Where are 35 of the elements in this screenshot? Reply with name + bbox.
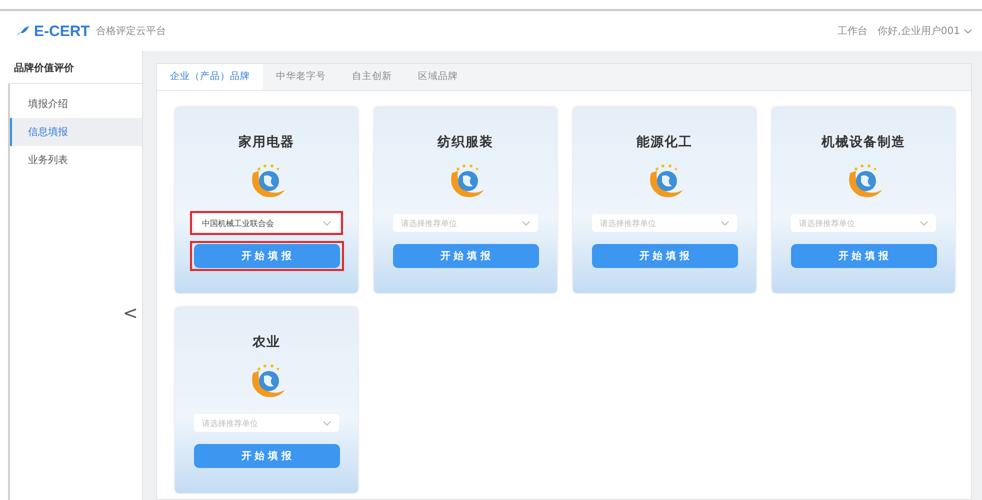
chevron-down-icon — [522, 220, 530, 226]
category-tab[interactable]: 中华老字号 — [263, 64, 339, 90]
recommender-select[interactable]: 请选择推荐单位 — [393, 214, 538, 232]
recommender-select[interactable]: 请选择推荐单位 — [791, 214, 936, 232]
card-title: 机械设备制造 — [822, 134, 906, 151]
sidebar-title: 品牌价值评价 — [8, 51, 142, 84]
header-link[interactable]: 你好,企业用户001 — [878, 24, 960, 38]
card-title: 纺织服装 — [438, 134, 494, 151]
start-button[interactable]: 开 始 填 报 — [392, 244, 538, 268]
category-tab[interactable]: 自主创新 — [339, 64, 405, 90]
chevron-down-icon — [323, 420, 331, 426]
platform-name: 合格评定云平台 — [96, 24, 166, 38]
start-button[interactable]: 开 始 填 报 — [790, 244, 936, 268]
recommender-select[interactable]: 中国机械工业联合会 — [194, 214, 339, 232]
brand-name: E-CERT — [34, 22, 90, 40]
chevron-down-icon — [920, 220, 928, 226]
card-title: 能源化工 — [636, 134, 692, 151]
start-button[interactable]: 开 始 填 报 — [592, 244, 738, 268]
category-tab[interactable]: 企业（产品）品牌 — [157, 64, 263, 90]
start-button[interactable]: 开 始 填 报 — [194, 244, 340, 268]
chevron-down-icon — [721, 220, 729, 226]
chevron-down-icon[interactable] — [964, 28, 972, 34]
recommender-select[interactable]: 请选择推荐单位 — [194, 414, 339, 432]
card-title: 家用电器 — [238, 134, 294, 151]
category-tab[interactable]: 区域品牌 — [405, 64, 471, 90]
sidebar-item[interactable]: 填报介绍 — [10, 90, 142, 118]
feather-logo-icon — [16, 25, 30, 37]
header-link[interactable]: 工作台 — [838, 24, 868, 38]
collapse-button[interactable]: < — [122, 303, 138, 324]
sidebar-item[interactable]: 信息填报 — [10, 118, 142, 146]
recommender-select[interactable]: 请选择推荐单位 — [592, 214, 737, 232]
start-button[interactable]: 开 始 填 报 — [194, 444, 340, 468]
card-title: 农业 — [252, 334, 280, 351]
sidebar-item[interactable]: 业务列表 — [10, 146, 142, 174]
chevron-down-icon — [323, 220, 331, 226]
